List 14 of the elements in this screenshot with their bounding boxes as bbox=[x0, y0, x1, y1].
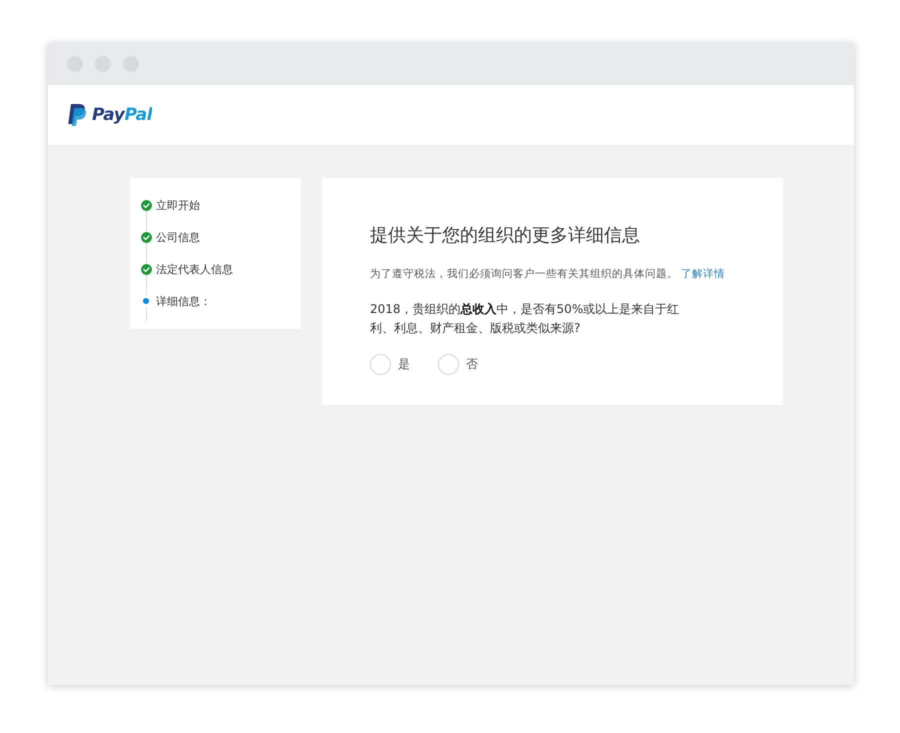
step-label: 法定代表人信息 bbox=[156, 262, 233, 276]
question-text: 2018，贵组织的总收入中，是否有50%或以上是来自于红利、利息、财产租金、版税或类似来源? bbox=[370, 301, 680, 337]
radio-button[interactable] bbox=[370, 354, 391, 375]
paypal-p-logo-icon bbox=[68, 104, 86, 126]
step-label: 立即开始 bbox=[156, 198, 200, 212]
radio-option[interactable]: 否 bbox=[438, 354, 478, 375]
form-title: 提供关于您的组织的更多详细信息 bbox=[370, 224, 641, 248]
step-label: 公司信息 bbox=[156, 230, 200, 244]
radio-option[interactable]: 是 bbox=[370, 354, 410, 375]
intro-text: 为了遵守税法，我们必须询问客户一些有关其组织的具体问题。 了解详情 bbox=[370, 267, 726, 282]
radio-button[interactable] bbox=[438, 354, 459, 375]
learn-more-link[interactable]: 了解详情 bbox=[681, 268, 725, 280]
logo-wordmark: PayPal bbox=[92, 104, 152, 126]
step-label: 详细信息： bbox=[156, 294, 211, 308]
